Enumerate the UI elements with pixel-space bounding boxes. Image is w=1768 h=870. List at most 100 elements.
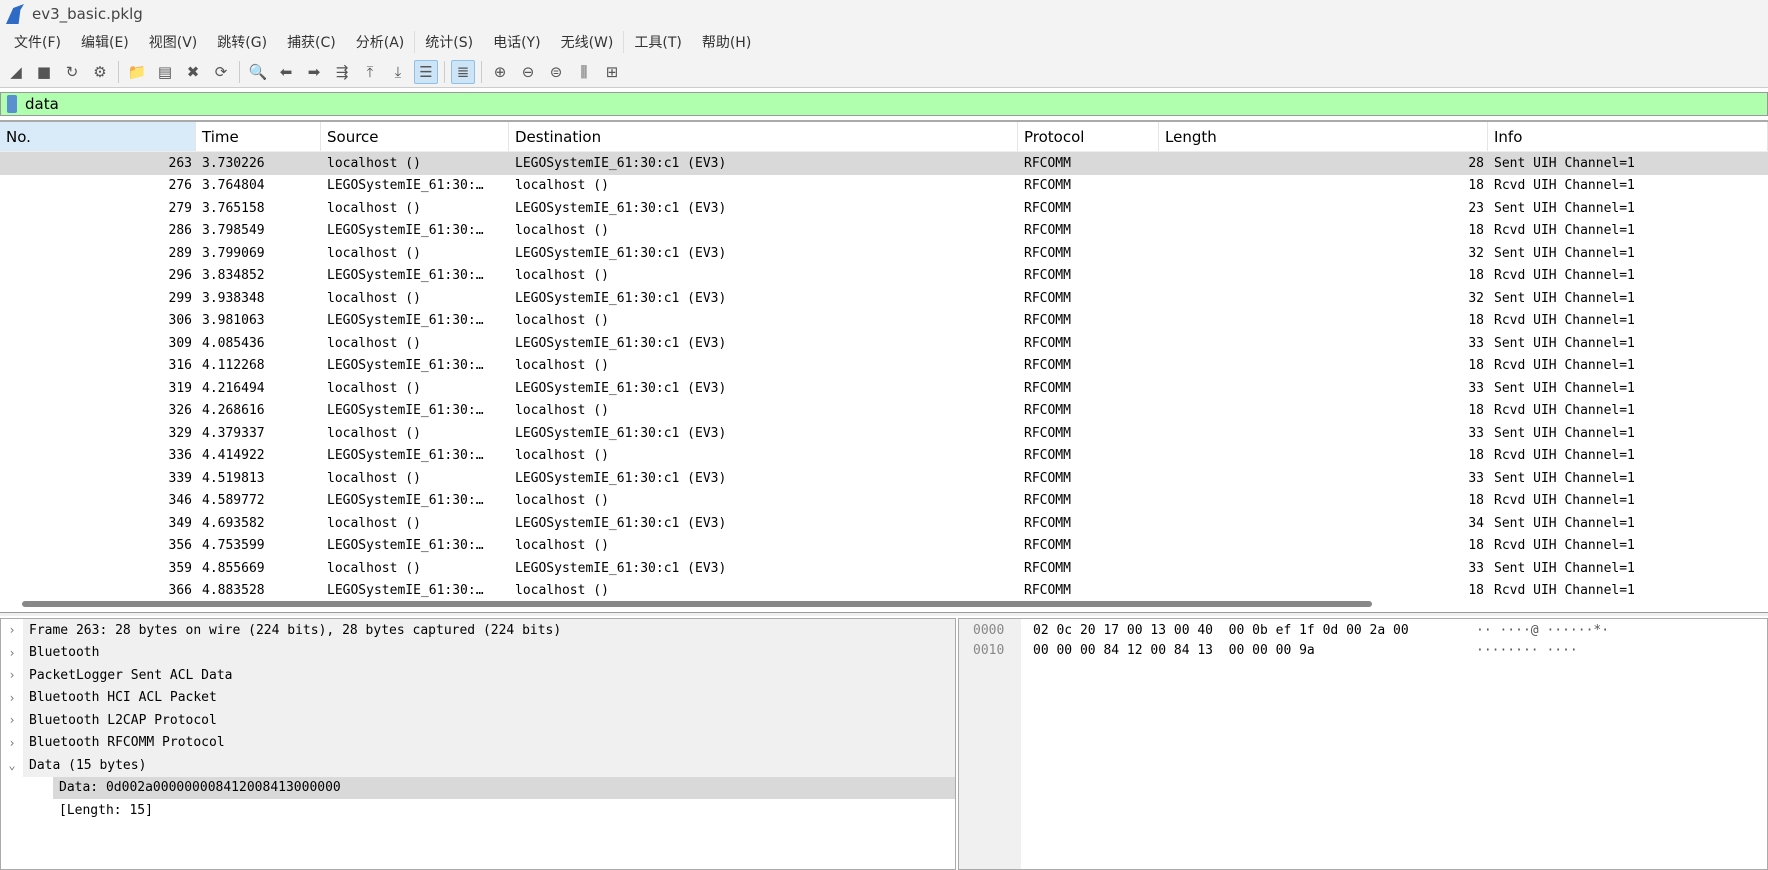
menu-item[interactable]: 帮助(H) <box>692 32 761 52</box>
zoom-out-icon[interactable]: ⊖ <box>516 60 540 84</box>
hex-offsets-line: 0000 <box>973 623 1005 638</box>
first-packet-icon[interactable]: ⤒ <box>358 60 382 84</box>
packet-cell-time: 4.085436 <box>202 335 265 351</box>
packet-cell-no: 356 <box>168 538 192 554</box>
packet-row[interactable]: 356 4.753599 LEGOSystemIE_61:30:… localhost… <box>0 535 1768 558</box>
close-file-icon[interactable]: ✖ <box>181 60 205 84</box>
packet-row[interactable]: 289 3.799069 localhost () LEGOSystemIE_61:3… <box>0 242 1768 265</box>
capture-options-icon[interactable]: ⚙ <box>88 60 112 84</box>
menu-item[interactable]: 工具(T) <box>624 32 691 52</box>
packet-cell-time: 4.693582 <box>202 515 265 531</box>
packet-cell-time: 4.753599 <box>202 538 265 554</box>
menu-item[interactable]: 电话(Y) <box>483 32 550 52</box>
reload-icon[interactable]: ⟳ <box>209 60 233 84</box>
packet-row[interactable]: 316 4.112268 LEGOSystemIE_61:30:… localhost… <box>0 355 1768 378</box>
restart-icon[interactable]: ↻ <box>60 60 84 84</box>
packet-row[interactable]: 286 3.798549 LEGOSystemIE_61:30:… localhost… <box>0 220 1768 243</box>
zoom-reset-icon[interactable]: ⊜ <box>544 60 568 84</box>
stop-icon[interactable]: ■ <box>32 60 56 84</box>
packet-cell-time: 3.764804 <box>202 178 265 194</box>
packet-cell-protocol: RFCOMM <box>1024 245 1071 261</box>
detail-tree-item[interactable]: › Bluetooth RFCOMM Protocol <box>1 731 955 754</box>
detail-tree-item[interactable]: › Bluetooth HCI ACL Packet <box>1 686 955 709</box>
packet-cell-no: 279 <box>168 200 192 216</box>
packet-row[interactable]: 319 4.216494 localhost () LEGOSystemIE_61:3… <box>0 377 1768 400</box>
packet-row[interactable]: 309 4.085436 localhost () LEGOSystemIE_61:3… <box>0 332 1768 355</box>
packet-row[interactable]: 329 4.379337 localhost () LEGOSystemIE_61:3… <box>0 422 1768 445</box>
detail-subitem[interactable]: Data: 0d002a000000008412008413000000 <box>1 776 955 799</box>
layout-icon[interactable]: ⊞ <box>600 60 624 84</box>
main-toolbar: ◢ ■ ↻ ⚙ 📁 ▤ ✖ ⟳ 🔍 ⬅ ➡ ⇶ ⤒ ⤓ ☰ ≣ ⊕ ⊖ ⊜ ⫼ ⊞ <box>0 56 1768 88</box>
menu-item[interactable]: 编辑(E) <box>71 32 139 52</box>
menu-item[interactable]: 分析(A) <box>346 32 415 52</box>
find-icon[interactable]: 🔍 <box>246 60 270 84</box>
go-forward-icon[interactable]: ➡ <box>302 60 326 84</box>
column-header[interactable]: Length <box>1159 122 1488 151</box>
column-header[interactable]: Protocol <box>1018 122 1159 151</box>
packet-cell-destination: LEGOSystemIE_61:30:c1 (EV3) <box>515 470 727 486</box>
menu-item[interactable]: 文件(F) <box>4 32 71 52</box>
colorize-icon[interactable]: ≣ <box>451 59 475 84</box>
chevron-right-icon[interactable]: › <box>1 623 23 637</box>
menu-item[interactable]: 捕获(C) <box>277 32 346 52</box>
packet-cell-destination: localhost () <box>515 178 609 194</box>
save-file-icon[interactable]: ▤ <box>153 60 177 84</box>
packet-row[interactable]: 296 3.834852 LEGOSystemIE_61:30:… localhost… <box>0 265 1768 288</box>
column-header[interactable]: Source <box>321 122 509 151</box>
packet-row[interactable]: 279 3.765158 localhost () LEGOSystemIE_61:3… <box>0 197 1768 220</box>
detail-tree-item[interactable]: › Bluetooth <box>1 641 955 664</box>
packet-row[interactable]: 346 4.589772 LEGOSystemIE_61:30:… localhost… <box>0 490 1768 513</box>
zoom-in-icon[interactable]: ⊕ <box>488 60 512 84</box>
chevron-right-icon[interactable]: › <box>1 736 23 750</box>
display-filter-input[interactable] <box>25 95 1725 113</box>
hex-offsets-line: 0010 <box>973 643 1005 658</box>
packet-cell-source: LEGOSystemIE_61:30:… <box>327 403 484 419</box>
packet-row[interactable]: 336 4.414922 LEGOSystemIE_61:30:… localhost… <box>0 445 1768 468</box>
shark-fin-start-icon[interactable]: ◢ <box>4 60 28 84</box>
chevron-right-icon[interactable]: › <box>1 646 23 660</box>
last-packet-icon[interactable]: ⤓ <box>386 60 410 84</box>
column-header[interactable]: Destination <box>509 122 1018 151</box>
detail-tree-item[interactable]: › Frame 263: 28 bytes on wire (224 bits),… <box>1 619 955 642</box>
horizontal-scrollbar[interactable] <box>0 598 1768 610</box>
packet-row[interactable]: 263 3.730226 localhost () LEGOSystemIE_61:3… <box>0 152 1768 175</box>
packet-cell-protocol: RFCOMM <box>1024 268 1071 284</box>
detail-tree-item[interactable]: ⌄ Data (15 bytes) <box>1 754 955 777</box>
packet-row[interactable]: 326 4.268616 LEGOSystemIE_61:30:… localhost… <box>0 400 1768 423</box>
menu-item[interactable]: 统计(S) <box>415 32 483 52</box>
chevron-right-icon[interactable]: › <box>1 691 23 705</box>
packet-cell-length: 18 <box>1468 583 1484 598</box>
packet-row[interactable]: 299 3.938348 localhost () LEGOSystemIE_61:3… <box>0 287 1768 310</box>
packet-cell-info: Sent UIH Channel=1 <box>1494 290 1635 306</box>
chevron-down-icon[interactable]: ⌄ <box>1 758 23 772</box>
detail-tree-item[interactable]: › PacketLogger Sent ACL Data <box>1 664 955 687</box>
pane-splitter[interactable] <box>0 612 1768 616</box>
bookmark-icon[interactable] <box>7 95 17 113</box>
packet-row[interactable]: 359 4.855669 localhost () LEGOSystemIE_61:3… <box>0 557 1768 580</box>
resize-columns-icon[interactable]: ⫼ <box>572 60 596 84</box>
menu-item[interactable]: 视图(V) <box>139 32 208 52</box>
packet-row[interactable]: 306 3.981063 LEGOSystemIE_61:30:… localhost… <box>0 310 1768 333</box>
chevron-right-icon[interactable]: › <box>1 668 23 682</box>
open-folder-icon[interactable]: 📁 <box>125 60 149 84</box>
column-header[interactable]: No. <box>0 122 196 151</box>
detail-subitem[interactable]: [Length: 15] <box>1 799 955 822</box>
packet-row[interactable]: 276 3.764804 LEGOSystemIE_61:30:… localhost… <box>0 175 1768 198</box>
autoscroll-icon[interactable]: ☰ <box>414 59 438 84</box>
packet-row[interactable]: 339 4.519813 localhost () LEGOSystemIE_61:3… <box>0 467 1768 490</box>
menu-item[interactable]: 无线(W) <box>551 32 624 52</box>
packet-cell-destination: localhost () <box>515 268 609 284</box>
packet-row[interactable]: 349 4.693582 localhost () LEGOSystemIE_61:3… <box>0 512 1768 535</box>
packet-cell-no: 339 <box>168 470 192 486</box>
chevron-right-icon[interactable]: › <box>1 713 23 727</box>
packet-row[interactable]: 366 4.883528 LEGOSystemIE_61:30:… localhost… <box>0 580 1768 598</box>
go-back-icon[interactable]: ⬅ <box>274 60 298 84</box>
menu-item[interactable]: 跳转(G) <box>207 32 277 52</box>
packet-cell-length: 33 <box>1468 560 1484 576</box>
column-header[interactable]: Info <box>1488 122 1768 151</box>
column-header[interactable]: Time <box>196 122 321 151</box>
scrollbar-thumb[interactable] <box>22 601 1372 607</box>
packet-cell-protocol: RFCOMM <box>1024 538 1071 554</box>
detail-tree-item[interactable]: › Bluetooth L2CAP Protocol <box>1 709 955 732</box>
go-to-packet-icon[interactable]: ⇶ <box>330 60 354 84</box>
